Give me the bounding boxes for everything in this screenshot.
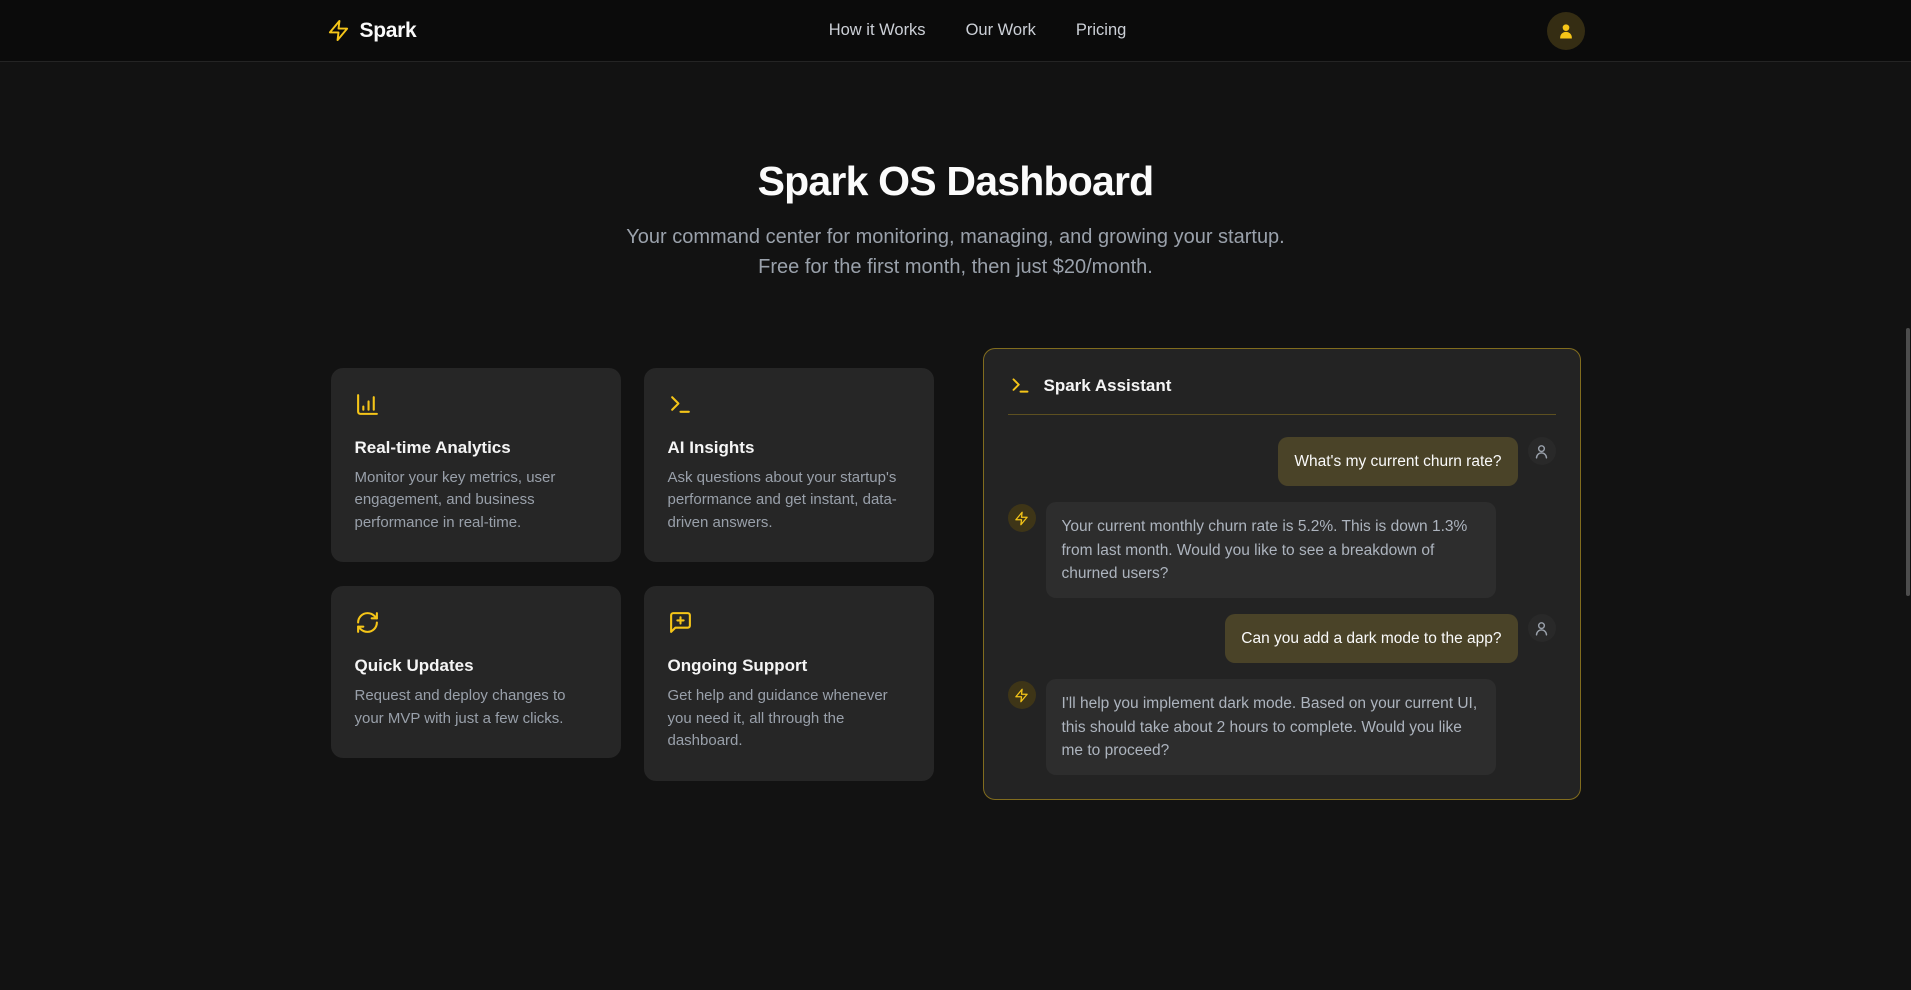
brand-logo[interactable]: Spark [327, 19, 785, 43]
user-message-avatar [1528, 437, 1556, 465]
user-message-bubble: Can you add a dark mode to the app? [1225, 614, 1517, 663]
nav-links: How it Works Our Work Pricing [829, 21, 1127, 40]
user-avatar-button[interactable] [1547, 12, 1585, 50]
feature-title: AI Insights [668, 438, 910, 458]
chat-header: Spark Assistant [1008, 373, 1556, 415]
scrollbar-thumb[interactable] [1906, 328, 1910, 596]
user-icon [1533, 620, 1550, 637]
nav-link-pricing[interactable]: Pricing [1076, 21, 1126, 40]
chat-message-list: What's my current churn rate? [1008, 415, 1556, 775]
feature-title: Real-time Analytics [355, 438, 597, 458]
chat-message-assistant: Your current monthly churn rate is 5.2%.… [1008, 502, 1556, 598]
content-row: Real-time Analytics Monitor your key met… [331, 348, 1581, 800]
feature-card-quick-updates: Quick Updates Request and deploy changes… [331, 586, 621, 758]
scrollbar-track [1905, 0, 1911, 990]
zap-icon [1014, 511, 1029, 526]
zap-icon [1014, 688, 1029, 703]
assistant-message-bubble: I'll help you implement dark mode. Based… [1046, 679, 1496, 775]
feature-card-realtime-analytics: Real-time Analytics Monitor your key met… [331, 368, 621, 563]
feature-description: Request and deploy changes to your MVP w… [355, 685, 597, 730]
feature-card-ai-insights: AI Insights Ask questions about your sta… [644, 368, 934, 563]
nav-link-our-work[interactable]: Our Work [966, 21, 1036, 40]
refresh-icon [355, 610, 380, 635]
assistant-message-bubble: Your current monthly churn rate is 5.2%.… [1046, 502, 1496, 598]
user-message-avatar [1528, 614, 1556, 642]
feature-description: Get help and guidance whenever you need … [668, 685, 910, 753]
feature-description: Monitor your key metrics, user engagemen… [355, 467, 597, 535]
feature-title: Quick Updates [355, 656, 597, 676]
hero-section: Spark OS Dashboard Your command center f… [0, 62, 1911, 282]
feature-card-ongoing-support: Ongoing Support Get help and guidance wh… [644, 586, 934, 781]
terminal-icon [1010, 375, 1031, 396]
nav-link-how-it-works[interactable]: How it Works [829, 21, 926, 40]
chat-message-user: What's my current churn rate? [1008, 437, 1556, 486]
assistant-message-avatar [1008, 681, 1036, 709]
assistant-message-avatar [1008, 504, 1036, 532]
chat-message-assistant: I'll help you implement dark mode. Based… [1008, 679, 1556, 775]
user-icon [1556, 21, 1576, 41]
chat-message-user: Can you add a dark mode to the app? [1008, 614, 1556, 663]
message-square-plus-icon [668, 610, 693, 635]
feature-description: Ask questions about your startup's perfo… [668, 467, 910, 535]
page-subtitle: Your command center for monitoring, mana… [606, 223, 1306, 282]
user-icon [1533, 443, 1550, 460]
chart-column-icon [355, 392, 380, 417]
chat-panel-title: Spark Assistant [1044, 376, 1172, 396]
spark-assistant-panel: Spark Assistant What's my current churn … [983, 348, 1581, 800]
features-grid: Real-time Analytics Monitor your key met… [331, 368, 934, 781]
feature-title: Ongoing Support [668, 656, 910, 676]
user-message-bubble: What's my current churn rate? [1278, 437, 1517, 486]
terminal-icon [668, 392, 693, 417]
page-title: Spark OS Dashboard [0, 158, 1911, 205]
navbar: Spark How it Works Our Work Pricing [0, 0, 1911, 62]
brand-name: Spark [360, 19, 417, 43]
nav-container: Spark How it Works Our Work Pricing [327, 12, 1585, 50]
zap-icon [327, 19, 350, 42]
